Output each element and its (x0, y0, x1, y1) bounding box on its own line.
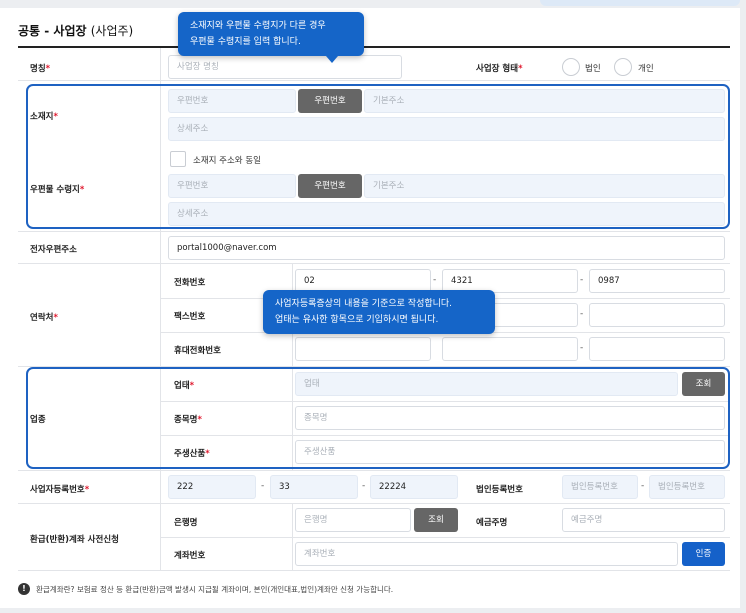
mail-base-address-input[interactable]: 기본주소 (364, 174, 725, 198)
mobile-part2-input[interactable] (442, 337, 578, 361)
phone-part3-input[interactable]: 0987 (589, 269, 725, 293)
refund-account-label: 환급(반환)계좌 사전신청 (30, 535, 119, 545)
tooltip-arrow (326, 56, 338, 63)
corp-reg-no-part2-input[interactable]: 법인등록번호 (649, 475, 725, 499)
industry-tooltip-line2: 업태는 유사한 항목으로 기입하시면 됩니다. (275, 315, 439, 325)
row-divider (18, 503, 730, 504)
address-guide-tooltip: 소재지와 우편물 수령지가 다른 경우 우편물 수령지를 입력 합니다. (178, 12, 364, 63)
business-type-label: 업태* (174, 381, 195, 391)
industry-sub-divider (292, 367, 293, 470)
title-divider (18, 46, 730, 48)
row-divider (18, 366, 730, 367)
fax-part3-input[interactable] (589, 303, 725, 327)
contact-label: 연락처* (30, 313, 58, 323)
fax-label: 팩스번호 (174, 312, 206, 322)
name-input[interactable]: 사업장 명칭 (168, 55, 402, 79)
same-address-checkbox[interactable] (170, 151, 186, 167)
row-divider (18, 231, 730, 232)
top-accent-bar (540, 0, 740, 6)
industry-row-divider (160, 401, 730, 402)
mobile-part3-input[interactable] (589, 337, 725, 361)
bank-label: 은행명 (174, 518, 198, 528)
mail-address-label: 우편물 수령지* (30, 185, 85, 195)
address-tooltip-line2: 우편물 수령지를 입력 합니다. (190, 37, 301, 47)
biz-type-label: 사업장 형태* (476, 64, 523, 74)
bank-input[interactable]: 은행명 (295, 508, 411, 532)
fax-dash: - (580, 309, 584, 319)
mobile-label: 휴대전화번호 (174, 346, 221, 356)
location-label: 소재지* (30, 112, 58, 122)
biz-reg-no-part3-input[interactable]: 22224 (370, 475, 458, 499)
phone-dash: - (580, 275, 584, 285)
row-divider (18, 80, 730, 81)
mobile-part1-input[interactable] (295, 337, 431, 361)
radio-individual-label: 개인 (638, 64, 654, 74)
row-divider (18, 263, 730, 264)
location-zipcode-button[interactable]: 우편번호 (298, 89, 362, 113)
address-tooltip-line1: 소재지와 우편물 수령지가 다른 경우 (190, 21, 326, 31)
main-product-label: 주생산품* (174, 449, 210, 459)
account-input[interactable]: 계좌번호 (295, 542, 678, 566)
radio-individual[interactable] (614, 58, 632, 76)
mail-zipcode-button[interactable]: 우편번호 (298, 174, 362, 198)
location-base-address-input[interactable]: 기본주소 (364, 89, 725, 113)
refund-footnote-text: 환급계좌란? 보험료 정산 등 환급(반환)금액 발생시 지급될 계좌이며, 본… (36, 584, 394, 594)
industry-row-divider (160, 435, 730, 436)
row-divider (18, 570, 730, 571)
business-type-search-button[interactable]: 조회 (682, 372, 725, 396)
biz-reg-no-part2-input[interactable]: 33 (270, 475, 358, 499)
refund-row-divider (160, 537, 730, 538)
mail-detail-address-input[interactable]: 상세주소 (168, 202, 725, 226)
mail-zipcode-input[interactable]: 우편번호 (168, 174, 296, 198)
item-name-label: 종목명* (174, 415, 202, 425)
page-title-sub: (사업주) (90, 24, 134, 38)
bank-search-button[interactable]: 조회 (414, 508, 458, 532)
biz-reg-no-dash: - (362, 481, 366, 491)
name-label: 명칭* (30, 64, 51, 74)
page-title-main: 공통 - 사업장 (18, 24, 87, 38)
label-column-divider (160, 48, 161, 570)
row-divider (18, 470, 730, 471)
corp-reg-no-dash: - (641, 481, 645, 491)
item-name-input[interactable]: 종목명 (295, 406, 725, 430)
mobile-dash: - (580, 343, 584, 353)
refund-footnote: ! 환급계좌란? 보험료 정산 등 환급(반환)금액 발생시 지급될 계좌이며,… (18, 583, 393, 595)
biz-reg-no-part1-input[interactable]: 222 (168, 475, 256, 499)
holder-label: 예금주명 (476, 518, 508, 528)
industry-label: 업종 (30, 415, 46, 425)
industry-guide-tooltip: 사업자등록증상의 내용을 기준으로 작성합니다. 업태는 유사한 항목으로 기입… (263, 290, 495, 334)
biz-reg-no-label: 사업자등록번호* (30, 485, 90, 495)
account-label: 계좌번호 (174, 551, 206, 561)
account-verify-button[interactable]: 인증 (682, 542, 725, 566)
phone-dash: - (433, 275, 437, 285)
page-title: 공통 - 사업장 (사업주) (18, 22, 133, 39)
industry-tooltip-line1: 사업자등록증상의 내용을 기준으로 작성합니다. (275, 299, 453, 309)
corp-reg-no-part1-input[interactable]: 법인등록번호 (562, 475, 638, 499)
info-icon: ! (18, 583, 30, 595)
corp-reg-no-label: 법인등록번호 (476, 485, 523, 495)
radio-corporate[interactable] (562, 58, 580, 76)
holder-input[interactable]: 예금주명 (562, 508, 725, 532)
main-product-input[interactable]: 주생산품 (295, 440, 725, 464)
biz-reg-no-dash: - (261, 481, 265, 491)
location-zipcode-input[interactable]: 우편번호 (168, 89, 296, 113)
phone-label: 전화번호 (174, 278, 206, 288)
radio-corporate-label: 법인 (585, 64, 601, 74)
business-type-input[interactable]: 업태 (295, 372, 678, 396)
location-detail-address-input[interactable]: 상세주소 (168, 117, 725, 141)
email-label: 전자우편주소 (30, 245, 77, 255)
same-address-label: 소재지 주소와 동일 (193, 156, 261, 166)
email-input[interactable]: portal1000@naver.com (168, 236, 725, 260)
